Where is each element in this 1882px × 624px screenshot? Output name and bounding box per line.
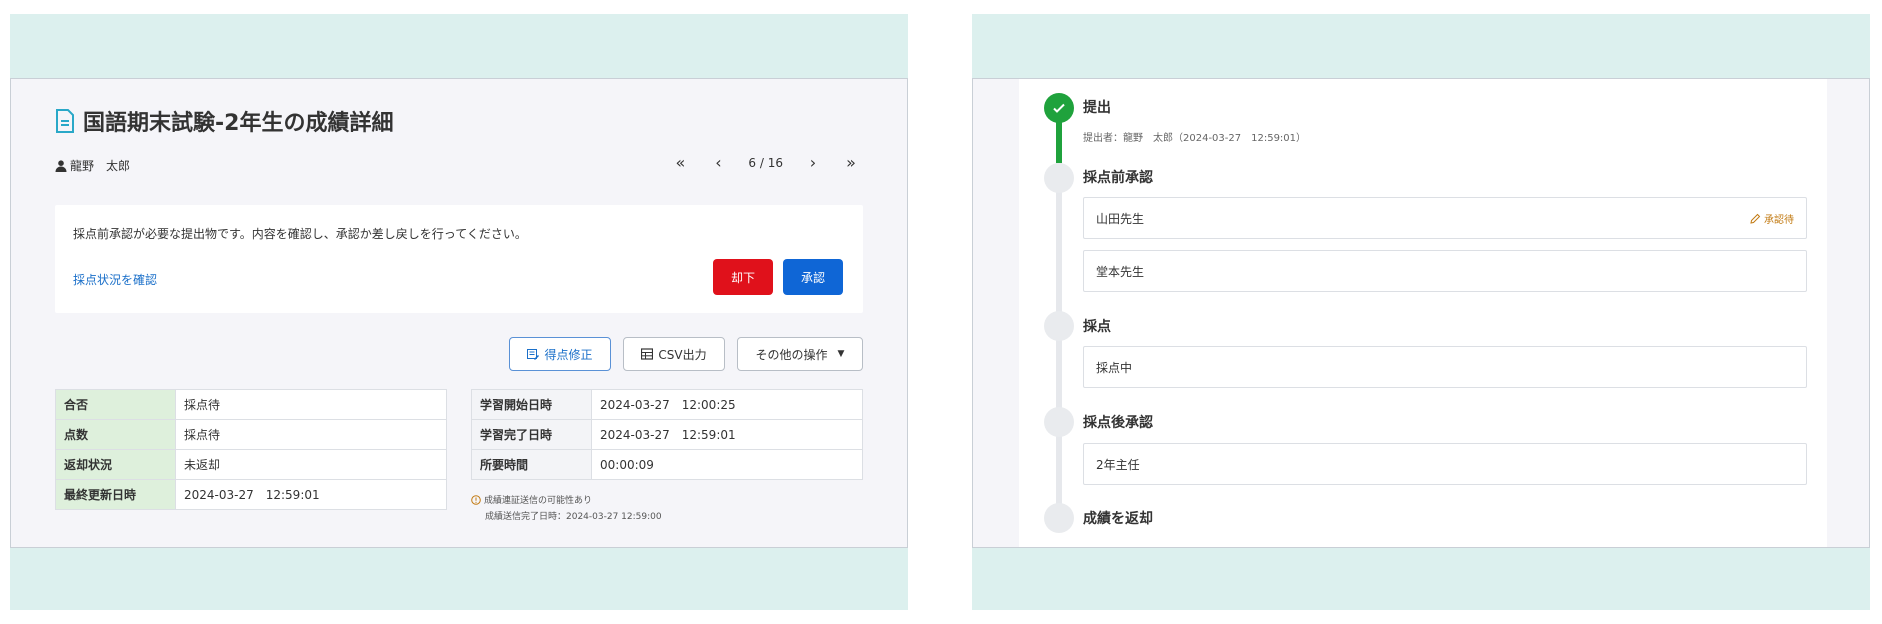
table-row: 点数 採点待 — [55, 419, 447, 450]
table-row: 合否 採点待 — [55, 389, 447, 420]
step-title-return: 成績を返却 — [1083, 511, 1153, 527]
step-submit-detail: 提出者：龍野 太郎（2024-03-27 12:59:01） — [1083, 133, 1307, 144]
grading-status: 採点中 — [1096, 360, 1133, 375]
user-row: 龍野 太郎 — [55, 157, 130, 174]
approver-name: 山田先生 — [1096, 211, 1145, 226]
step-title-pre-approval: 採点前承認 — [1083, 170, 1153, 186]
row-value: 未返却 — [175, 449, 447, 480]
post-approver-box: 2年主任 — [1083, 443, 1807, 485]
post-approver-name: 2年主任 — [1096, 457, 1140, 472]
step-marker — [1044, 311, 1074, 341]
approver-item: 堂本先生 — [1083, 250, 1807, 292]
page-count: 6 / 16 — [748, 156, 783, 170]
result-table: 合否 採点待 点数 採点待 返却状況 未返却 最終更新日時 2024-03-27… — [55, 389, 447, 510]
workflow-card: 提出 提出者：龍野 太郎（2024-03-27 12:59:01） 採点前承認 … — [972, 78, 1870, 548]
table-row: 所要時間 00:00:09 — [471, 449, 863, 480]
left-pane: 国語期末試験-2年生の成績詳細 龍野 太郎 « ‹ 6 / 16 › » 採点前… — [10, 14, 908, 610]
check-icon — [1053, 103, 1065, 113]
step-marker — [1044, 163, 1074, 193]
step-title-post-approval: 採点後承認 — [1083, 415, 1153, 431]
row-value: 2024-03-27 12:59:01 — [175, 479, 447, 510]
warning-text: 成績連証送信の可能性あり — [484, 496, 593, 506]
prev-page-button[interactable]: ‹ — [706, 155, 730, 171]
row-value: 採点待 — [175, 389, 447, 420]
right-pane: 提出 提出者：龍野 太郎（2024-03-27 12:59:01） 採点前承認 … — [972, 14, 1870, 610]
row-value: 2024-03-27 12:00:25 — [591, 389, 863, 420]
score-edit-button[interactable]: 得点修正 — [509, 337, 611, 371]
user-name: 龍野 太郎 — [70, 159, 131, 173]
step-marker — [1044, 407, 1074, 437]
csv-export-button[interactable]: CSV出力 — [623, 337, 725, 371]
info-circle-icon — [471, 494, 481, 505]
pencil-icon — [1750, 213, 1761, 224]
row-label: 所要時間 — [471, 449, 592, 480]
table-row: 学習完了日時 2024-03-27 12:59:01 — [471, 419, 863, 450]
warning-note: 成績連証送信の可能性あり — [471, 493, 592, 506]
sent-time: 成績送信完了日時：2024-03-27 12:59:00 — [485, 512, 662, 522]
approver-name: 堂本先生 — [1096, 264, 1145, 279]
caret-down-icon: ▼ — [837, 349, 845, 359]
other-actions-dropdown[interactable]: その他の操作 ▼ — [737, 337, 863, 371]
approve-button[interactable]: 承認 — [783, 259, 843, 295]
step-title-submit: 提出 — [1083, 100, 1111, 116]
row-value: 採点待 — [175, 419, 447, 450]
approver-item: 山田先生 承認待 — [1083, 197, 1807, 239]
score-edit-label: 得点修正 — [544, 347, 593, 362]
csv-export-label: CSV出力 — [658, 347, 707, 362]
approval-status-badge: 承認待 — [1750, 211, 1794, 226]
pager: « ‹ 6 / 16 › » — [668, 155, 863, 171]
next-page-button[interactable]: › — [801, 155, 825, 171]
row-label: 返却状況 — [55, 449, 176, 480]
grading-status-box: 採点中 — [1083, 346, 1807, 388]
step-marker — [1044, 503, 1074, 533]
score-edit-icon — [527, 349, 540, 360]
user-icon — [55, 159, 67, 172]
grade-detail-card: 国語期末試験-2年生の成績詳細 龍野 太郎 « ‹ 6 / 16 › » 採点前… — [10, 78, 908, 548]
row-label: 最終更新日時 — [55, 479, 176, 510]
last-page-button[interactable]: » — [839, 155, 863, 171]
table-row: 返却状況 未返却 — [55, 449, 447, 480]
row-label: 合否 — [55, 389, 176, 420]
row-label: 学習開始日時 — [471, 389, 592, 420]
table-icon — [641, 348, 654, 360]
row-label: 学習完了日時 — [471, 419, 592, 450]
title-row: 国語期末試験-2年生の成績詳細 — [55, 105, 393, 137]
other-actions-label: その他の操作 — [755, 347, 828, 362]
page-title: 国語期末試験-2年生の成績詳細 — [83, 111, 394, 136]
approval-status-text: 承認待 — [1764, 215, 1794, 226]
row-value: 00:00:09 — [591, 449, 863, 480]
step-done-marker — [1044, 93, 1074, 123]
row-label: 点数 — [55, 419, 176, 450]
action-bar: 得点修正 CSV出力 その他の操作 ▼ — [11, 337, 909, 373]
approval-notice: 採点前承認が必要な提出物です。内容を確認し、承認か差し戻しを行ってください。 採… — [55, 205, 863, 313]
notice-message: 採点前承認が必要な提出物です。内容を確認し、承認か差し戻しを行ってください。 — [73, 227, 527, 241]
table-row: 学習開始日時 2024-03-27 12:00:25 — [471, 389, 863, 420]
table-row: 最終更新日時 2024-03-27 12:59:01 — [55, 479, 447, 510]
check-status-link[interactable]: 採点状況を確認 — [73, 271, 157, 288]
study-time-table: 学習開始日時 2024-03-27 12:00:25 学習完了日時 2024-0… — [471, 389, 863, 480]
workflow-timeline: 提出 提出者：龍野 太郎（2024-03-27 12:59:01） 採点前承認 … — [1019, 79, 1827, 547]
step-title-grading: 採点 — [1083, 319, 1111, 335]
document-icon — [56, 109, 74, 133]
timeline-track — [1056, 163, 1062, 523]
first-page-button[interactable]: « — [668, 155, 692, 171]
reject-button[interactable]: 却下 — [713, 259, 773, 295]
row-value: 2024-03-27 12:59:01 — [591, 419, 863, 450]
